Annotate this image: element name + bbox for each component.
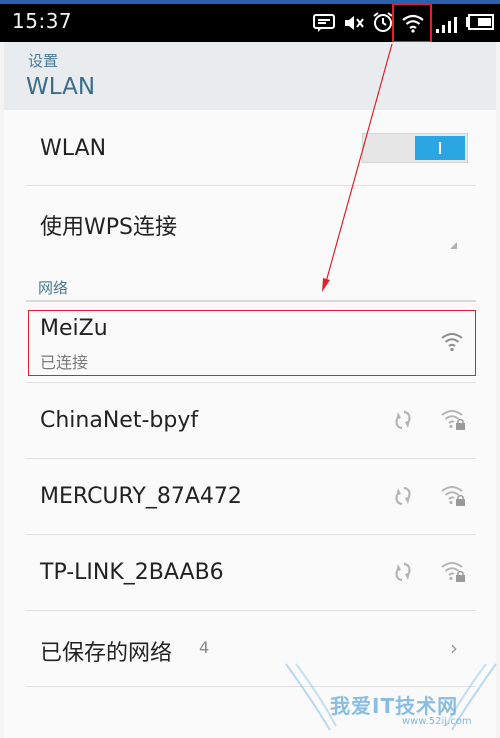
message-icon [313, 14, 335, 32]
saved-networks-count: 4 [199, 638, 210, 657]
wifi-lock-icon [441, 410, 465, 430]
page-header: 设置 WLAN [4, 42, 496, 110]
wps-sync-icon [395, 410, 411, 430]
wlan-label: WLAN [40, 136, 107, 161]
chevron-right-icon: › [450, 636, 458, 660]
network-ssid: TP-LINK_2BAAB6 [40, 560, 224, 585]
mute-icon [345, 16, 364, 30]
wps-corner-indicator [450, 242, 457, 249]
signal-icon [436, 17, 457, 33]
wifi-lock-icon [441, 486, 465, 506]
network-ssid: MERCURY_87A472 [40, 484, 242, 509]
wifi-lock-icon [441, 562, 465, 582]
wlan-switch-knob [415, 136, 465, 160]
divider [26, 534, 476, 535]
wps-label: 使用WPS连接 [40, 215, 177, 240]
annotation-box-wifi [392, 3, 432, 43]
annotation-box-meizu [28, 310, 476, 376]
watermark-url: www.52ij.com [402, 716, 472, 727]
wlan-switch[interactable] [362, 133, 468, 163]
status-time: 15:37 [12, 9, 73, 33]
battery-icon [466, 14, 494, 30]
wps-sync-icon [395, 486, 411, 506]
divider [26, 458, 476, 459]
networks-section-label: 网络 [38, 279, 69, 297]
watermark-text: 我爱IT技术网 [330, 694, 459, 718]
network-ssid: ChinaNet-bpyf [40, 408, 199, 433]
divider [26, 610, 476, 611]
divider [26, 382, 476, 383]
wps-sync-icon [395, 562, 411, 582]
page-title: WLAN [26, 74, 96, 100]
alarm-icon [373, 12, 393, 32]
section-divider [26, 300, 476, 302]
breadcrumb-settings[interactable]: 设置 [28, 50, 58, 71]
divider [26, 185, 476, 186]
saved-networks-label: 已保存的网络 [40, 641, 173, 666]
